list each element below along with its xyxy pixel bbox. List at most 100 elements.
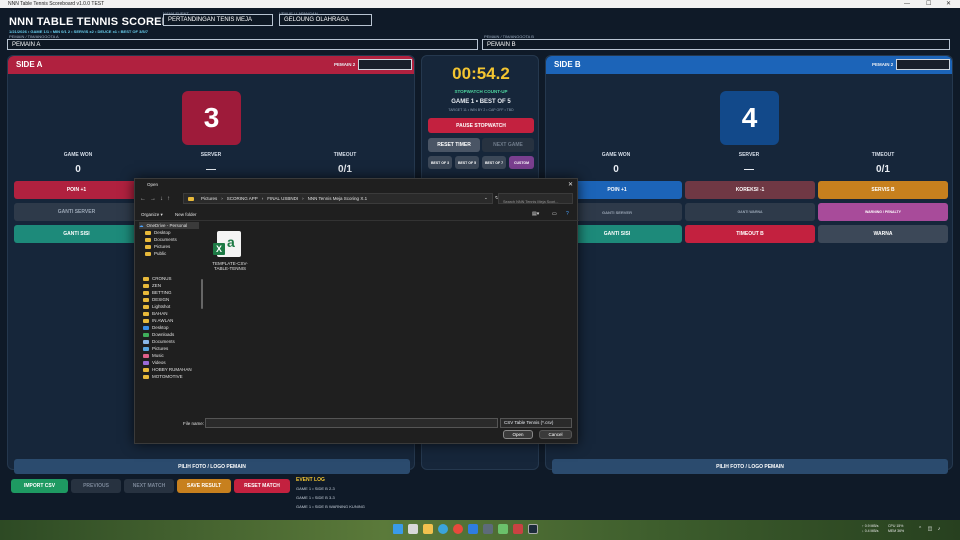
cancel-button[interactable]: Cancel (539, 430, 572, 439)
window-titlebar: NNN Table Tennis Scoreboard v1.0.0 TEST … (0, 0, 960, 8)
side-b-pemain-input[interactable] (896, 59, 950, 70)
nav-item[interactable]: ZEN (143, 282, 199, 289)
help-icon[interactable]: ? (566, 211, 569, 217)
nav-item[interactable]: Music (143, 352, 199, 359)
nav-item[interactable]: BETTING (143, 289, 199, 296)
app-icon[interactable] (468, 524, 478, 534)
best-of-5-button[interactable]: BEST OF 5 (455, 156, 479, 169)
side-b-ganti-warna-button[interactable]: GANTI WARNA (685, 203, 815, 221)
edge-icon[interactable] (438, 524, 448, 534)
side-b-pemain-label: PEMAIN 2 (872, 62, 894, 67)
side-a-foto-button[interactable]: PILIH FOTO / LOGO PEMAIN (14, 459, 410, 474)
side-a-poin-button[interactable]: POIN +1 (14, 181, 139, 199)
dialog-nav-arrows[interactable]: ←→↓↑ (140, 196, 174, 202)
nav-item[interactable]: Documents (143, 338, 199, 345)
maximize-button[interactable]: ☐ (926, 0, 931, 8)
side-a-server: — (206, 164, 216, 175)
file-name-input[interactable] (205, 418, 498, 428)
event-name-input[interactable]: PERTANDINGAN TENIS MEJA (163, 14, 273, 26)
breadcrumb-dropdown-icon[interactable]: ⌄ (484, 195, 488, 201)
new-folder-button[interactable]: New folder (175, 212, 197, 217)
nav-scrollbar[interactable] (201, 279, 203, 309)
file-explorer-icon[interactable] (423, 524, 433, 534)
chrome-icon[interactable] (453, 524, 463, 534)
reset-timer-button[interactable]: RESET TIMER (428, 138, 480, 152)
open-file-dialog: Open ✕ ←→↓↑ Pictures › SCORING APP › FINAL… (134, 178, 579, 444)
side-a-score: 3 (182, 91, 241, 145)
app-icon[interactable] (498, 524, 508, 534)
next-match-button[interactable]: NEXT MATCH (124, 479, 174, 493)
nav-item-onedrive[interactable]: ☁ OneDrive - Personal (139, 222, 199, 229)
preview-pane-icon[interactable]: ▭ (552, 211, 557, 217)
previous-button[interactable]: PREVIOUS (71, 479, 121, 493)
side-b-servis-button[interactable]: SERVIS B (818, 181, 948, 199)
nav-item[interactable]: Videos (143, 359, 199, 366)
side-b-foto-button[interactable]: PILIH FOTO / LOGO PEMAIN (552, 459, 948, 474)
side-b-game-won-label: GAME WON (601, 152, 631, 158)
target-info: TARGET 11 • WIN BY 2 • CAP OFF • TBD (448, 108, 514, 112)
excel-icon: X (213, 243, 225, 255)
minimize-button[interactable]: — (904, 0, 910, 8)
nav-item[interactable]: Lightshot (143, 303, 199, 310)
nav-item[interactable]: MOTOMOTIVE (143, 373, 199, 380)
dialog-breadcrumb[interactable]: Pictures › SCORING APP › FINAL USBNDI › NNN… (183, 193, 493, 204)
scoreboard-taskbar-icon[interactable] (528, 524, 538, 534)
breadcrumb-item[interactable]: Pictures (201, 196, 217, 201)
nav-item[interactable]: BAHAN (143, 310, 199, 317)
nav-item[interactable]: HOBBY RUMAHAN (143, 366, 199, 373)
dialog-search-input[interactable]: Search NNN Tennis Meja Scori... (498, 193, 573, 204)
file-name-label: TEMPLATE-CSV-TABLE-TENNIS (212, 261, 248, 271)
app-icon[interactable] (513, 524, 523, 534)
breadcrumb-item[interactable]: FINAL USBNDI (267, 196, 298, 201)
taskbar-apps (393, 524, 538, 534)
nav-item[interactable]: Pictures (143, 345, 199, 352)
side-b-warning-button[interactable]: WARNING / PENALTY (818, 203, 948, 221)
nav-item-pictures[interactable]: Pictures (139, 243, 199, 250)
start-icon[interactable] (393, 524, 403, 534)
side-b-timeout-button[interactable]: TIMEOUT B (685, 225, 815, 243)
app-icon[interactable] (483, 524, 493, 534)
best-of-3-button[interactable]: BEST OF 3 (428, 156, 452, 169)
stopwatch-mode: STOPWATCH COUNT-UP (454, 89, 508, 94)
close-window-button[interactable]: ✕ (946, 0, 951, 8)
nav-item[interactable]: IN AWLAN (143, 317, 199, 324)
stopwatch-display: 00:54.2 (452, 64, 510, 83)
next-game-button[interactable]: NEXT GAME (482, 138, 534, 152)
side-b-panel: SIDE B PEMAIN 2 4 GAME WON 0 SERVER — TI… (545, 55, 953, 474)
best-of-7-button[interactable]: BEST OF 7 (482, 156, 506, 169)
reset-match-button[interactable]: RESET MATCH (234, 479, 290, 493)
tray-icons[interactable]: ⌃ ◫ ♪ (918, 526, 942, 532)
dialog-close-button[interactable]: ✕ (568, 181, 573, 188)
side-b-warna-button[interactable]: WARNA (818, 225, 948, 243)
nav-item[interactable]: Downloads (143, 331, 199, 338)
side-a-ganti-sisi-button[interactable]: GANTI SISI (14, 225, 139, 243)
event-log-entry: GAME 1 • SIDE B 2-3 (296, 486, 335, 491)
pause-stopwatch-button[interactable]: PAUSE STOPWATCH (428, 118, 534, 133)
side-b-timeout: 0/1 (876, 164, 890, 175)
breadcrumb-item[interactable]: SCORING APP (227, 196, 258, 201)
breadcrumb-item[interactable]: NNN Tennis Meja Scoring X.1 (308, 196, 367, 201)
import-csv-button[interactable]: IMPORT CSV (11, 479, 68, 493)
search-icon[interactable] (408, 524, 418, 534)
organize-button[interactable]: Organize ▾ (141, 212, 163, 218)
event-log-entry: GAME 1 • SIDE B 3-3 (296, 495, 335, 500)
player-b-input[interactable]: PEMAIN B (482, 39, 950, 50)
nav-item-desktop[interactable]: Desktop (139, 229, 199, 236)
view-options-icon[interactable]: ▤▾ (532, 211, 539, 217)
side-a-ganti-server-button[interactable]: GANTI SERVER (14, 203, 139, 221)
save-result-button[interactable]: SAVE RESULT (177, 479, 231, 493)
side-b-koreksi-button[interactable]: KOREKSI -1 (685, 181, 815, 199)
player-a-input[interactable]: PEMAIN A (7, 39, 478, 50)
nav-pane-top: ☁ OneDrive - Personal Desktop Documents P… (139, 222, 199, 266)
file-type-select[interactable]: CSV Table Tennis (*.csv) (500, 418, 572, 428)
nav-item[interactable]: CRONUS (143, 275, 199, 282)
nav-item-public[interactable]: Public (139, 250, 199, 257)
venue-input[interactable]: GELOUNG OLAHRAGA (279, 14, 372, 26)
file-item[interactable]: X a (213, 231, 245, 259)
side-a-pemain-input[interactable] (358, 59, 412, 70)
open-button[interactable]: Open (503, 430, 533, 439)
nav-item[interactable]: DESIGN (143, 296, 199, 303)
nav-item[interactable]: Desktop (143, 324, 199, 331)
custom-button[interactable]: CUSTOM (509, 156, 534, 169)
nav-item-documents[interactable]: Documents (139, 236, 199, 243)
